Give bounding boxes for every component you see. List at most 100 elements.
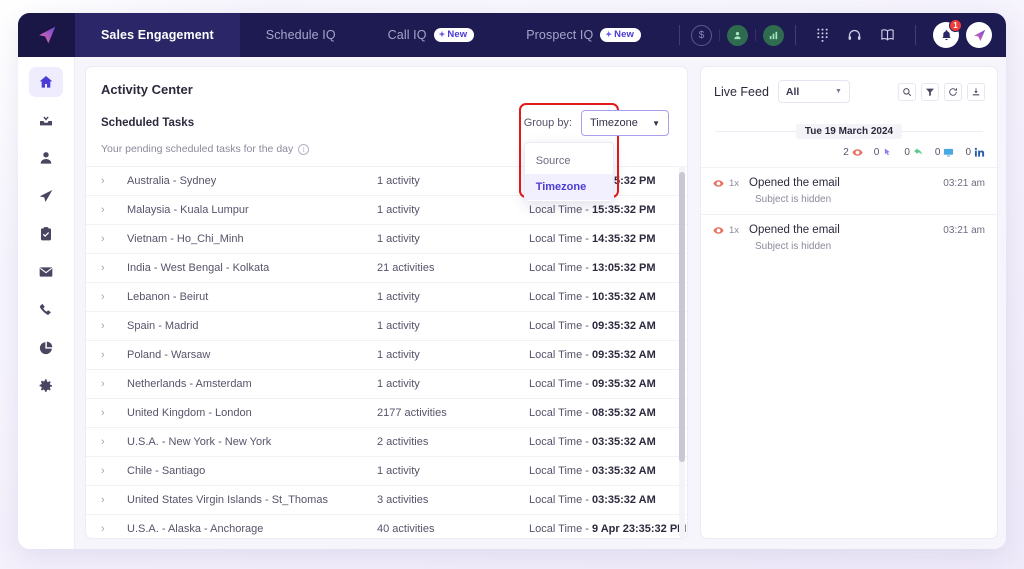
- group-by-select[interactable]: Timezone ▼: [581, 110, 669, 136]
- local-time: Local Time - 13:05:32 PM: [529, 262, 687, 274]
- person-icon: [38, 150, 54, 166]
- expand-chevron-icon[interactable]: ›: [101, 465, 127, 477]
- filter-value: All: [786, 86, 799, 98]
- feed-item-time: 03:21 am: [943, 225, 985, 236]
- person-glyph: [732, 30, 743, 41]
- table-row[interactable]: › Spain - Madrid 1 activity Local Time -…: [86, 311, 687, 340]
- eye-icon: [852, 147, 863, 158]
- new-badge: ✦ New: [434, 28, 475, 42]
- expand-chevron-icon[interactable]: ›: [101, 494, 127, 506]
- eye-icon: [713, 225, 724, 236]
- tab-call-iq[interactable]: Call IQ ✦ New: [362, 13, 501, 57]
- sidebar-item-home[interactable]: [29, 67, 63, 97]
- sparkle-icon: ✦: [439, 31, 446, 39]
- table-row[interactable]: › India - West Bengal - Kolkata 21 activ…: [86, 253, 687, 282]
- table-row[interactable]: › United Kingdom - London 2177 activitie…: [86, 398, 687, 427]
- timezone-name: Poland - Warsaw: [127, 349, 377, 361]
- expand-chevron-icon[interactable]: ›: [101, 436, 127, 448]
- dropdown-option-source[interactable]: Source: [525, 148, 613, 174]
- timezone-name: Lebanon - Beirut: [127, 291, 377, 303]
- scheduled-tasks-header: Scheduled Tasks Group by: Timezone ▼ Sou…: [86, 97, 687, 136]
- filter-icon[interactable]: [921, 83, 939, 101]
- notifications-button[interactable]: 1: [933, 22, 959, 48]
- tab-sales-engagement[interactable]: Sales Engagement: [75, 13, 240, 57]
- table-row[interactable]: › Chile - Santiago 1 activity Local Time…: [86, 456, 687, 485]
- live-feed-actions: [898, 83, 985, 101]
- tab-prospect-iq[interactable]: Prospect IQ ✦ New: [500, 13, 667, 57]
- sidebar-item-contacts[interactable]: [29, 143, 63, 173]
- refresh-icon[interactable]: [944, 83, 962, 101]
- expand-chevron-icon[interactable]: ›: [101, 262, 127, 274]
- sidebar-item-settings[interactable]: [29, 371, 63, 401]
- sidebar-item-email[interactable]: [29, 257, 63, 287]
- tab-schedule-iq[interactable]: Schedule IQ: [240, 13, 362, 57]
- expand-chevron-icon[interactable]: ›: [101, 204, 127, 216]
- local-time: Local Time - 03:35:32 AM: [529, 436, 687, 448]
- headset-icon[interactable]: [847, 28, 862, 43]
- scheduled-tasks-list: › Australia - Sydney 1 activity Local Ti…: [86, 166, 687, 538]
- book-glyph: [880, 28, 895, 42]
- book-icon[interactable]: [880, 28, 895, 42]
- local-time: Local Time - 09:35:32 AM: [529, 378, 687, 390]
- expand-chevron-icon[interactable]: ›: [101, 175, 127, 187]
- activity-count: 2 activities: [377, 436, 529, 448]
- scrollbar-thumb[interactable]: [679, 172, 685, 462]
- table-row[interactable]: › United States Virgin Islands - St_Thom…: [86, 485, 687, 514]
- timezone-name: Chile - Santiago: [127, 465, 377, 477]
- sidebar-item-import[interactable]: [29, 105, 63, 135]
- expand-chevron-icon[interactable]: ›: [101, 378, 127, 390]
- dollar-circle-icon[interactable]: $: [691, 25, 712, 46]
- feed-item-time: 03:21 am: [943, 178, 985, 189]
- live-feed-filter-select[interactable]: All ▼: [778, 80, 850, 103]
- timezone-name: Netherlands - Amsterdam: [127, 378, 377, 390]
- dialpad-icon[interactable]: [816, 28, 829, 43]
- sparkle-icon: ✦: [605, 31, 612, 39]
- info-icon[interactable]: i: [298, 144, 309, 155]
- search-glyph: [902, 87, 912, 97]
- envelope-icon: [38, 264, 54, 280]
- search-icon[interactable]: [898, 83, 916, 101]
- expand-chevron-icon[interactable]: ›: [101, 291, 127, 303]
- tab-label: Schedule IQ: [266, 28, 336, 42]
- sidebar-item-campaigns[interactable]: [29, 181, 63, 211]
- sidebar-item-tasks[interactable]: [29, 219, 63, 249]
- sidebar-item-reports[interactable]: [29, 333, 63, 363]
- timezone-name: U.S.A. - Alaska - Anchorage: [127, 523, 377, 535]
- expand-chevron-icon[interactable]: ›: [101, 523, 127, 535]
- person-circle-icon[interactable]: [727, 25, 748, 46]
- feed-item[interactable]: 1x Opened the email 03:21 am Subject is …: [701, 214, 997, 261]
- local-time: Local Time - 14:35:32 PM: [529, 233, 687, 245]
- content-area: Activity Center Scheduled Tasks Group by…: [75, 57, 1006, 549]
- expand-chevron-icon[interactable]: ›: [101, 407, 127, 419]
- expand-chevron-icon[interactable]: ›: [101, 349, 127, 361]
- dropdown-option-timezone[interactable]: Timezone: [525, 174, 613, 200]
- expand-chevron-icon[interactable]: ›: [101, 320, 127, 332]
- table-row[interactable]: › Vietnam - Ho_Chi_Minh 1 activity Local…: [86, 224, 687, 253]
- user-avatar[interactable]: [966, 22, 992, 48]
- notification-count-badge: 1: [949, 19, 962, 32]
- download-icon[interactable]: [967, 83, 985, 101]
- home-icon: [38, 74, 54, 90]
- expand-chevron-icon[interactable]: ›: [101, 233, 127, 245]
- new-badge: ✦ New: [600, 28, 641, 42]
- stat-eye: 2: [843, 147, 863, 158]
- new-badge-label: New: [447, 30, 467, 40]
- table-row[interactable]: › Lebanon - Beirut 1 activity Local Time…: [86, 282, 687, 311]
- sidebar-item-calls[interactable]: [29, 295, 63, 325]
- group-by-label: Group by:: [524, 117, 572, 129]
- bar-chart-glyph: [768, 30, 779, 41]
- list-scrollbar[interactable]: [679, 166, 685, 538]
- group-by-control: Group by: Timezone ▼ Source Timezone: [524, 110, 669, 136]
- table-row[interactable]: › U.S.A. - New York - New York 2 activit…: [86, 427, 687, 456]
- feed-item-subject: Subject is hidden: [713, 189, 985, 205]
- table-row[interactable]: › U.S.A. - Alaska - Anchorage 40 activit…: [86, 514, 687, 538]
- feed-item-header: 1x Opened the email 03:21 am: [713, 177, 985, 189]
- table-row[interactable]: › Netherlands - Amsterdam 1 activity Loc…: [86, 369, 687, 398]
- feed-item[interactable]: 1x Opened the email 03:21 am Subject is …: [701, 167, 997, 214]
- table-row[interactable]: › Poland - Warsaw 1 activity Local Time …: [86, 340, 687, 369]
- live-feed-items: 1x Opened the email 03:21 am Subject is …: [701, 167, 997, 261]
- chart-circle-icon[interactable]: [763, 25, 784, 46]
- app-logo[interactable]: [18, 13, 75, 57]
- subtitle-text: Your pending scheduled tasks for the day: [101, 143, 293, 155]
- paper-plane-logo-icon: [36, 24, 58, 46]
